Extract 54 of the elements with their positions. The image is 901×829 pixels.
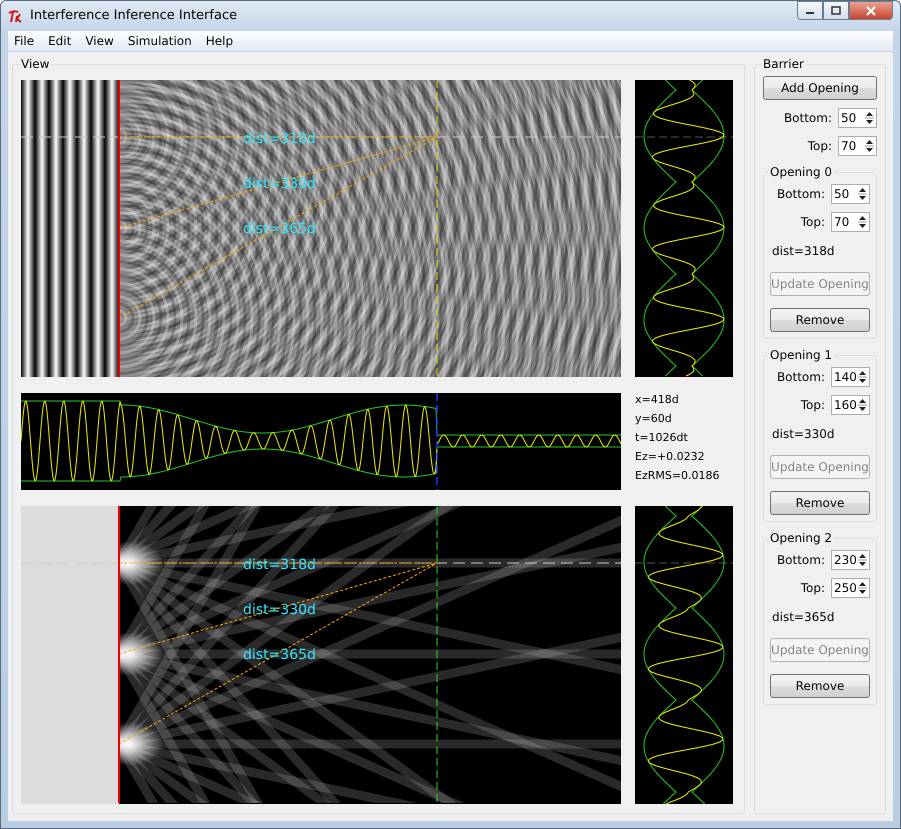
spin-box[interactable]: 230 [831,550,870,570]
spin-arrows-icon[interactable] [858,215,867,229]
add-opening-button[interactable]: Add Opening [763,76,877,100]
close-button[interactable] [849,1,893,20]
menu-item[interactable]: File [8,32,40,50]
spin-box[interactable]: 250 [831,578,870,598]
group-label: Opening 1 [769,347,834,363]
spin-box[interactable]: 70 [831,212,870,232]
menu-item[interactable]: Simulation [122,32,198,50]
field-label: Top: [808,138,832,155]
readout-text: Ez=+0.0232 [635,450,706,463]
spin-box[interactable]: 140 [831,367,870,387]
group-label: View [20,56,50,72]
spin-box[interactable]: 50 [838,108,877,128]
distance-text: dist=330d [772,426,836,443]
distance-label: dist=365d [243,647,316,663]
remove-button[interactable]: Remove [770,674,870,698]
spin-box[interactable]: 50 [831,184,870,204]
field-label: Bottom: [776,552,825,569]
minimize-button[interactable] [797,1,823,20]
spin-arrows-icon[interactable] [865,111,874,125]
spin-arrows-icon[interactable] [858,553,867,567]
maximize-button[interactable] [823,1,849,20]
remove-button[interactable]: Remove [770,308,870,332]
spin-arrows-icon[interactable] [858,187,867,201]
spin-box[interactable]: 70 [838,136,877,156]
field-label: Bottom: [776,369,825,386]
group-label: Barrier [762,56,805,72]
field-label: Bottom: [776,186,825,203]
readout-text: EzRMS=0.0186 [635,469,721,482]
spin-arrows-icon[interactable] [858,581,867,595]
spin-arrows-icon[interactable] [858,398,867,412]
menu-item[interactable]: Edit [42,32,78,50]
distance-text: dist=318d [772,243,836,260]
close-icon[interactable] [865,6,877,16]
app-icon [8,10,24,24]
readout-text: t=1026dt [635,431,689,444]
distance-text: dist=365d [772,609,836,626]
menu-item[interactable]: Help [200,32,240,50]
readout-text: x=418d [635,393,680,406]
maximize-icon[interactable] [831,6,841,15]
group-label: Opening 0 [769,164,834,180]
group-label: Opening 2 [769,530,834,546]
field-label: Top: [800,397,825,414]
spin-box[interactable]: 160 [831,395,870,415]
menu-item[interactable]: View [79,32,120,50]
spin-arrows-icon[interactable] [858,370,867,384]
field-label: Top: [800,214,825,231]
readout-text: y=60d [635,412,673,425]
field-label: Top: [800,580,825,597]
field-label: Bottom: [784,110,832,127]
window-title: Interference Inference Interface [30,7,238,26]
spin-arrows-icon[interactable] [865,139,874,153]
remove-button[interactable]: Remove [770,491,870,515]
